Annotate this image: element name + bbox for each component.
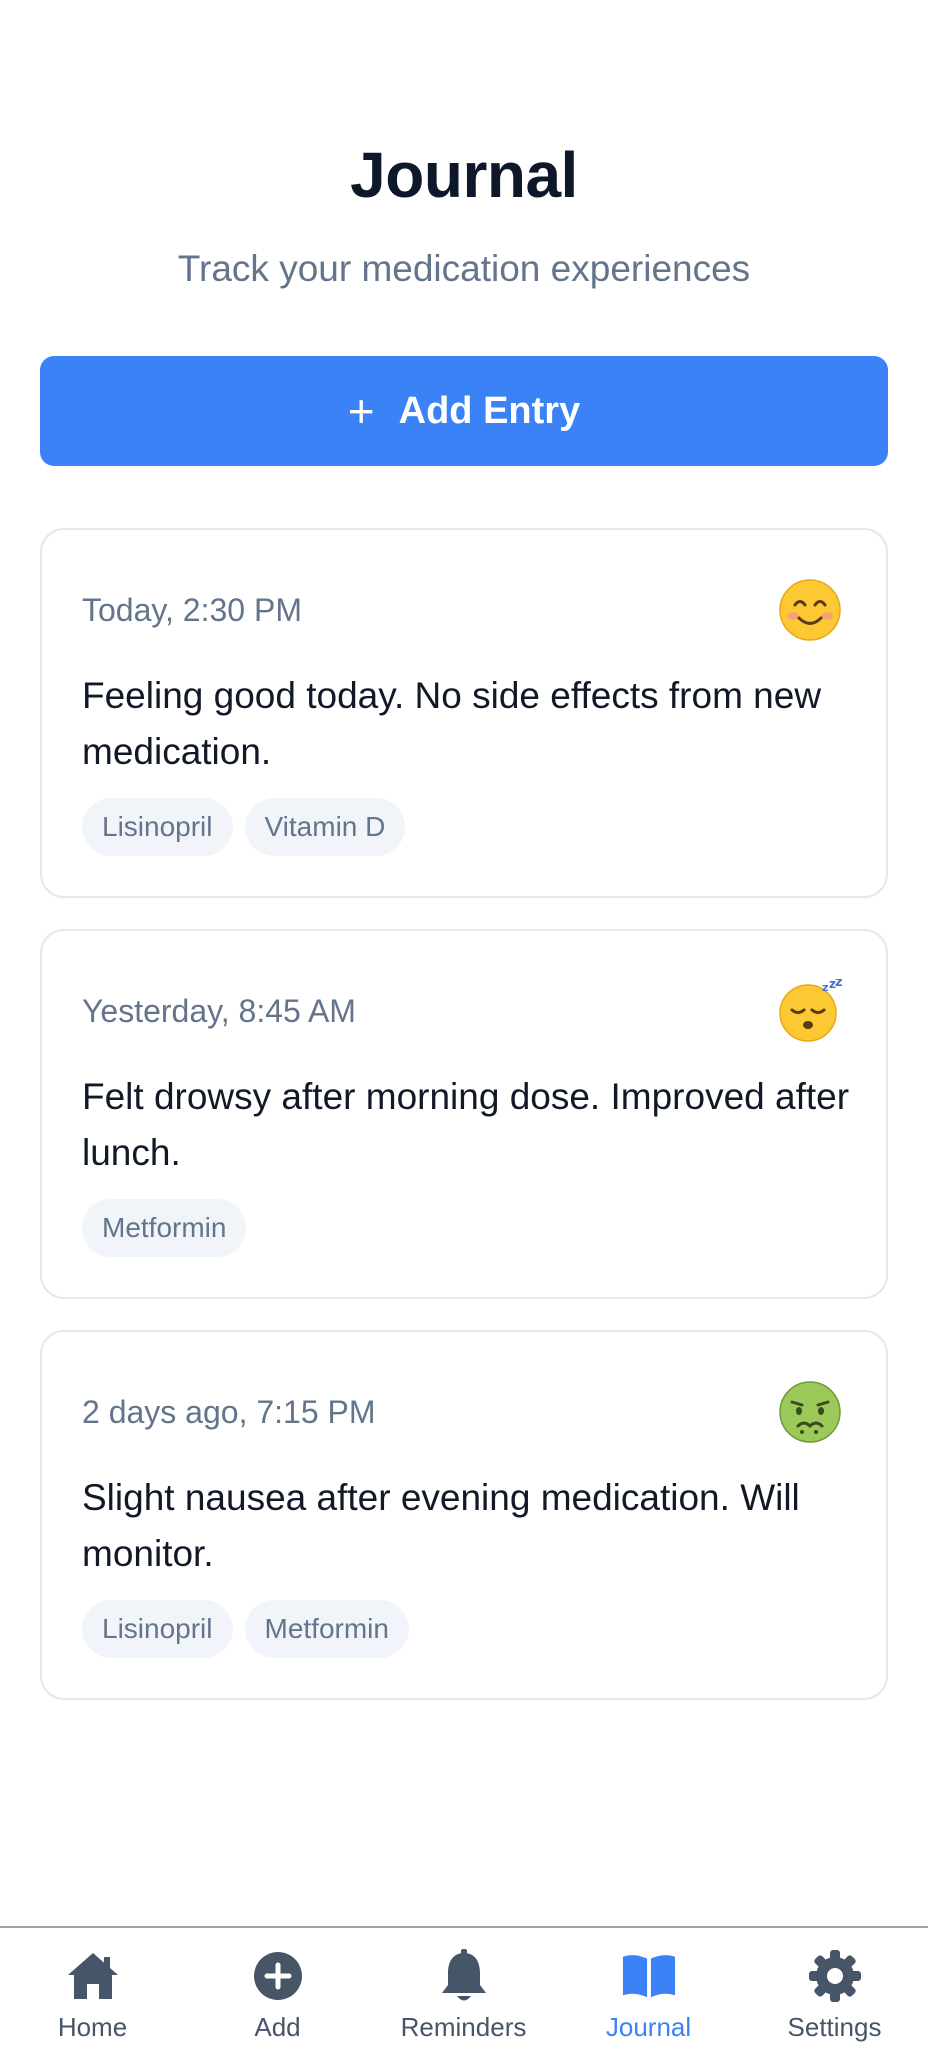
entry-text: Slight nausea after evening medication. … (82, 1477, 800, 1574)
entry-date: Yesterday, 8:45 AM (82, 993, 356, 1029)
nav-label: Add (254, 2012, 301, 2042)
page-subtitle: Track your medication experiences (177, 248, 751, 289)
medication-tag: Vitamin D (244, 798, 406, 856)
svg-text:z: z (835, 979, 842, 990)
medication-tag: Lisinopril (82, 1600, 233, 1658)
page-title: Journal (350, 139, 578, 211)
svg-text:z: z (822, 981, 828, 994)
entry-date: Today, 2:30 PM (82, 592, 302, 628)
nauseated-face-icon (779, 1381, 841, 1443)
nav-label: Settings (787, 2012, 882, 2042)
medication-tag: Metformin (244, 1600, 409, 1658)
plus-icon: + (347, 385, 375, 437)
entry-text: Feeling good today. No side effects from… (82, 675, 822, 772)
entry-date: 2 days ago, 7:15 PM (82, 1394, 376, 1430)
gear-icon (807, 1948, 863, 2004)
nav-label: Reminders (400, 2012, 527, 2042)
nav-item-journal[interactable]: Journal (556, 1928, 741, 2047)
nav-item-reminders[interactable]: Reminders (371, 1928, 556, 2047)
sleepy-face-icon: z z z (779, 979, 842, 1042)
entry-text: Felt drowsy after morning dose. Improved… (82, 1076, 850, 1173)
add-entry-label: Add Entry (398, 389, 581, 432)
nav-item-add[interactable]: Add (185, 1928, 370, 2047)
entry-tags: Metformin (82, 1199, 247, 1257)
book-icon (621, 1948, 677, 2004)
nav-item-settings[interactable]: Settings (742, 1928, 927, 2047)
add-entry-button[interactable]: + Add Entry (40, 356, 888, 466)
plus-circle-icon (250, 1948, 306, 2004)
medication-tag: Metformin (82, 1199, 247, 1257)
entry-tags: Lisinopril Vitamin D (82, 798, 406, 856)
journal-entry-card[interactable]: 2 days ago, 7:15 PM Slight nausea after … (40, 1330, 888, 1700)
journal-entry-card[interactable]: Today, 2:30 PM Feeling good today. No si… (40, 528, 888, 898)
home-icon (65, 1948, 121, 2004)
journal-entry-card[interactable]: Yesterday, 8:45 AM z z z Felt drowsy aft… (40, 929, 888, 1299)
journal-screen: Journal Track your medication experience… (0, 0, 928, 2047)
bottom-nav: Home Add Reminders Journal Settings (0, 1926, 928, 2047)
nav-label: Journal (605, 2012, 692, 2042)
smiling-face-icon (779, 579, 841, 641)
nav-label: Home (57, 2012, 128, 2042)
medication-tag: Lisinopril (82, 798, 233, 856)
entry-tags: Lisinopril Metformin (82, 1600, 409, 1658)
nav-item-home[interactable]: Home (0, 1928, 185, 2047)
bell-icon (436, 1948, 492, 2004)
